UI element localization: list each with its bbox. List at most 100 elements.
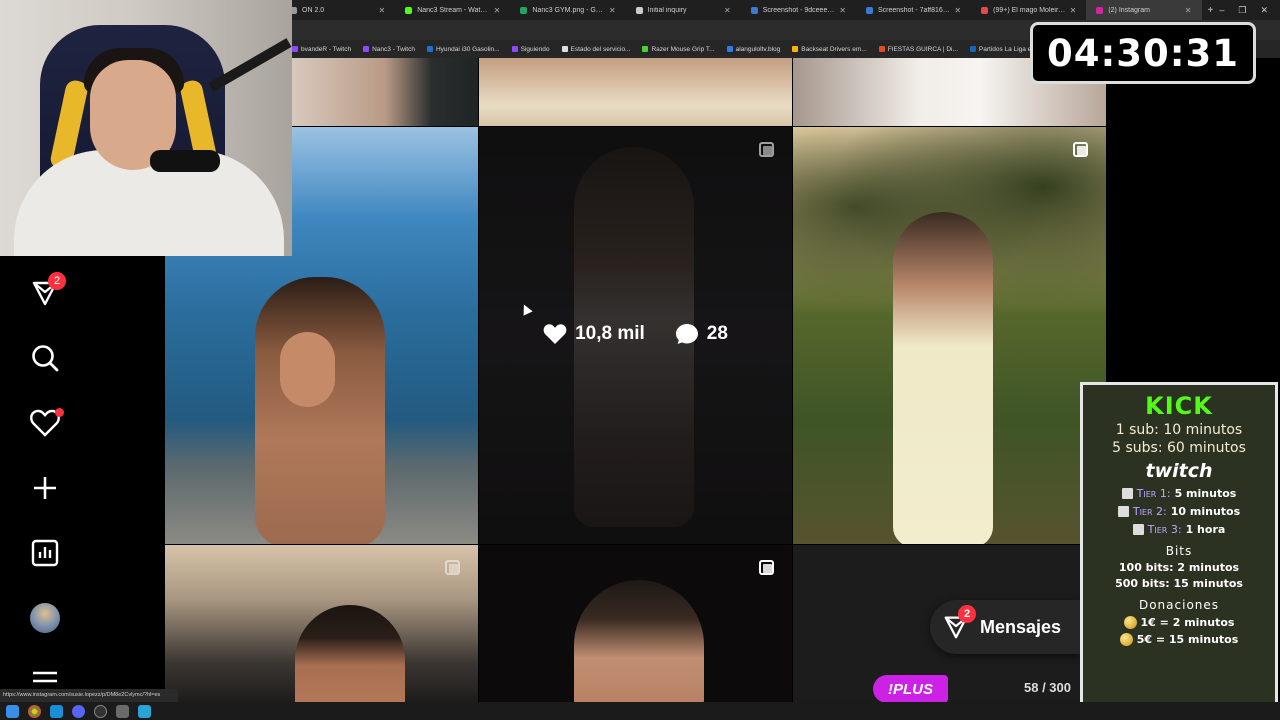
- multi-image-icon: [759, 142, 774, 157]
- menu-icon: [33, 671, 57, 683]
- close-icon[interactable]: ✕: [609, 6, 616, 15]
- browser-tab[interactable]: Screenshot - 9dceee0f1986d ✕: [741, 0, 856, 20]
- bookmark-label: Backseat Drivers em...: [801, 45, 867, 53]
- bookmark-item[interactable]: Backseat Drivers em...: [792, 45, 867, 53]
- nav-dashboard[interactable]: [28, 536, 62, 570]
- bookmark-favicon-icon: [726, 46, 733, 52]
- browser-tab[interactable]: Nanc3 GYM.png - Google Dr ✕: [510, 0, 625, 20]
- nav-search[interactable]: [28, 341, 62, 375]
- tier-row: Tier 1: 5 minutos: [1083, 487, 1275, 500]
- obs-icon[interactable]: [94, 704, 107, 718]
- instagram-sidebar: 2: [0, 256, 165, 702]
- donations-heading: Donaciones: [1138, 598, 1220, 612]
- bookmark-favicon-icon: [561, 46, 568, 52]
- tab-label: (2) Instagram: [1108, 6, 1150, 14]
- tab-favicon-icon: [520, 6, 528, 14]
- bookmark-label: FIESTAS GUIRCA | Di...: [887, 45, 958, 53]
- app-icon[interactable]: [138, 704, 151, 718]
- bookmark-item[interactable]: Razer Mouse Grip T...: [642, 45, 715, 53]
- tab-favicon-icon: [1096, 6, 1104, 14]
- multi-image-icon: [1073, 142, 1088, 157]
- messages-badge: 2: [958, 605, 976, 623]
- plus-badge: !PLUS: [873, 675, 948, 703]
- messages-badge: 2: [48, 272, 66, 290]
- tab-label: Nanc3 Stream - Watch Live: [417, 6, 489, 14]
- bits-line: 500 bits: 15 minutos: [1115, 577, 1243, 590]
- app-icon[interactable]: [116, 704, 129, 718]
- close-icon[interactable]: ✕: [1185, 6, 1192, 15]
- bookmark-label: Estado del servicio...: [570, 45, 631, 53]
- grid-post[interactable]: [292, 58, 478, 126]
- bookmark-label: Razer Mouse Grip T...: [651, 45, 715, 53]
- bookmark-favicon-icon: [969, 46, 976, 52]
- browser-tab[interactable]: ON 2.0 ✕: [280, 0, 395, 20]
- bookmark-item[interactable]: FIESTAS GUIRCA | Di...: [878, 45, 958, 53]
- bookmark-favicon-icon: [642, 46, 649, 52]
- close-icon[interactable]: ✕: [954, 6, 961, 15]
- post-image: [295, 605, 405, 702]
- browser-tab[interactable]: Initial inquiry ✕: [626, 0, 741, 20]
- bookmark-favicon-icon: [511, 46, 518, 52]
- app-icon[interactable]: [50, 704, 63, 718]
- bookmark-favicon-icon: [292, 46, 298, 52]
- grid-post[interactable]: [479, 545, 792, 702]
- comments-count: 28: [706, 323, 728, 344]
- tab-label: Screenshot - 7aff816b56b02: [877, 6, 951, 14]
- coin-icon: [1123, 616, 1137, 629]
- tab-favicon-icon: [635, 6, 643, 14]
- windows-start-icon[interactable]: [6, 704, 19, 718]
- discord-icon[interactable]: [72, 704, 85, 718]
- tab-favicon-icon: [750, 6, 758, 14]
- bits-line: 100 bits: 2 minutos: [1118, 561, 1240, 574]
- close-icon[interactable]: ✕: [494, 6, 501, 15]
- nav-profile[interactable]: [28, 601, 62, 635]
- bookmark-item[interactable]: Nanc3 - Twitch: [363, 46, 415, 53]
- grid-post-hovered[interactable]: 10,8 mil 28: [479, 127, 792, 544]
- chrome-icon[interactable]: [28, 704, 41, 718]
- bookmark-label: alanguloltv.blog: [735, 45, 781, 53]
- microphone: [150, 150, 220, 172]
- post-image: [255, 277, 385, 544]
- chart-icon: [31, 539, 59, 567]
- bookmark-item[interactable]: Siguiendo: [511, 46, 550, 53]
- bookmark-item[interactable]: bvandeR - Twitch: [292, 46, 351, 53]
- browser-tab[interactable]: Screenshot - 7aff816b56b02✕: [856, 0, 971, 20]
- close-icon[interactable]: ✕: [724, 6, 731, 15]
- nav-notifications[interactable]: [28, 406, 64, 440]
- browser-tab-strip: ON 2.0✕Nanc3 Stream - Watch Live✕Nanc3 G…: [280, 0, 1280, 20]
- grid-post[interactable]: [793, 127, 1106, 544]
- nav-messages[interactable]: 2: [28, 272, 66, 310]
- twitch-icon: [1121, 488, 1133, 499]
- grid-post[interactable]: [165, 545, 478, 702]
- bookmark-item[interactable]: alanguloltv.blog: [726, 45, 781, 53]
- tab-favicon-icon: [865, 6, 873, 14]
- kick-logo: KICK: [1145, 392, 1213, 420]
- tier-name: Tier 2:: [1132, 505, 1167, 518]
- browser-tab[interactable]: (99+) El mago Moleiro y sus ✕: [971, 0, 1086, 20]
- likes-count: 10,8 mil: [575, 323, 645, 344]
- bookmark-item[interactable]: Hyundai i30 Gasolin...: [426, 46, 500, 53]
- nav-create[interactable]: [28, 471, 62, 505]
- tier-name: Tier 1:: [1136, 487, 1171, 500]
- notification-dot: [55, 408, 64, 417]
- multi-image-icon: [445, 560, 460, 575]
- coin-icon: [1119, 633, 1133, 646]
- bookmark-item[interactable]: Estado del servicio...: [561, 45, 631, 53]
- browser-tab[interactable]: Nanc3 Stream - Watch Live ✕: [395, 0, 510, 20]
- close-icon[interactable]: ✕: [839, 6, 846, 15]
- close-icon[interactable]: ✕: [378, 6, 385, 15]
- bits-heading: Bits: [1165, 544, 1193, 558]
- maximize-button[interactable]: ❐: [1238, 5, 1246, 16]
- avatar: [30, 603, 60, 633]
- window-controls: – ❐ ✕: [1219, 5, 1280, 16]
- close-window-button[interactable]: ✕: [1260, 5, 1268, 16]
- browser-tab[interactable]: (2) Instagram ✕: [1086, 0, 1202, 20]
- heart-icon: [543, 324, 567, 344]
- multi-image-icon: [759, 560, 774, 575]
- bookmark-favicon-icon: [792, 46, 799, 52]
- grid-post[interactable]: [479, 58, 792, 126]
- messages-button[interactable]: 2 Mensajes: [930, 600, 1080, 654]
- close-icon[interactable]: ✕: [1070, 6, 1077, 15]
- new-tab-button[interactable]: +: [1202, 5, 1220, 16]
- minimize-button[interactable]: –: [1219, 5, 1224, 16]
